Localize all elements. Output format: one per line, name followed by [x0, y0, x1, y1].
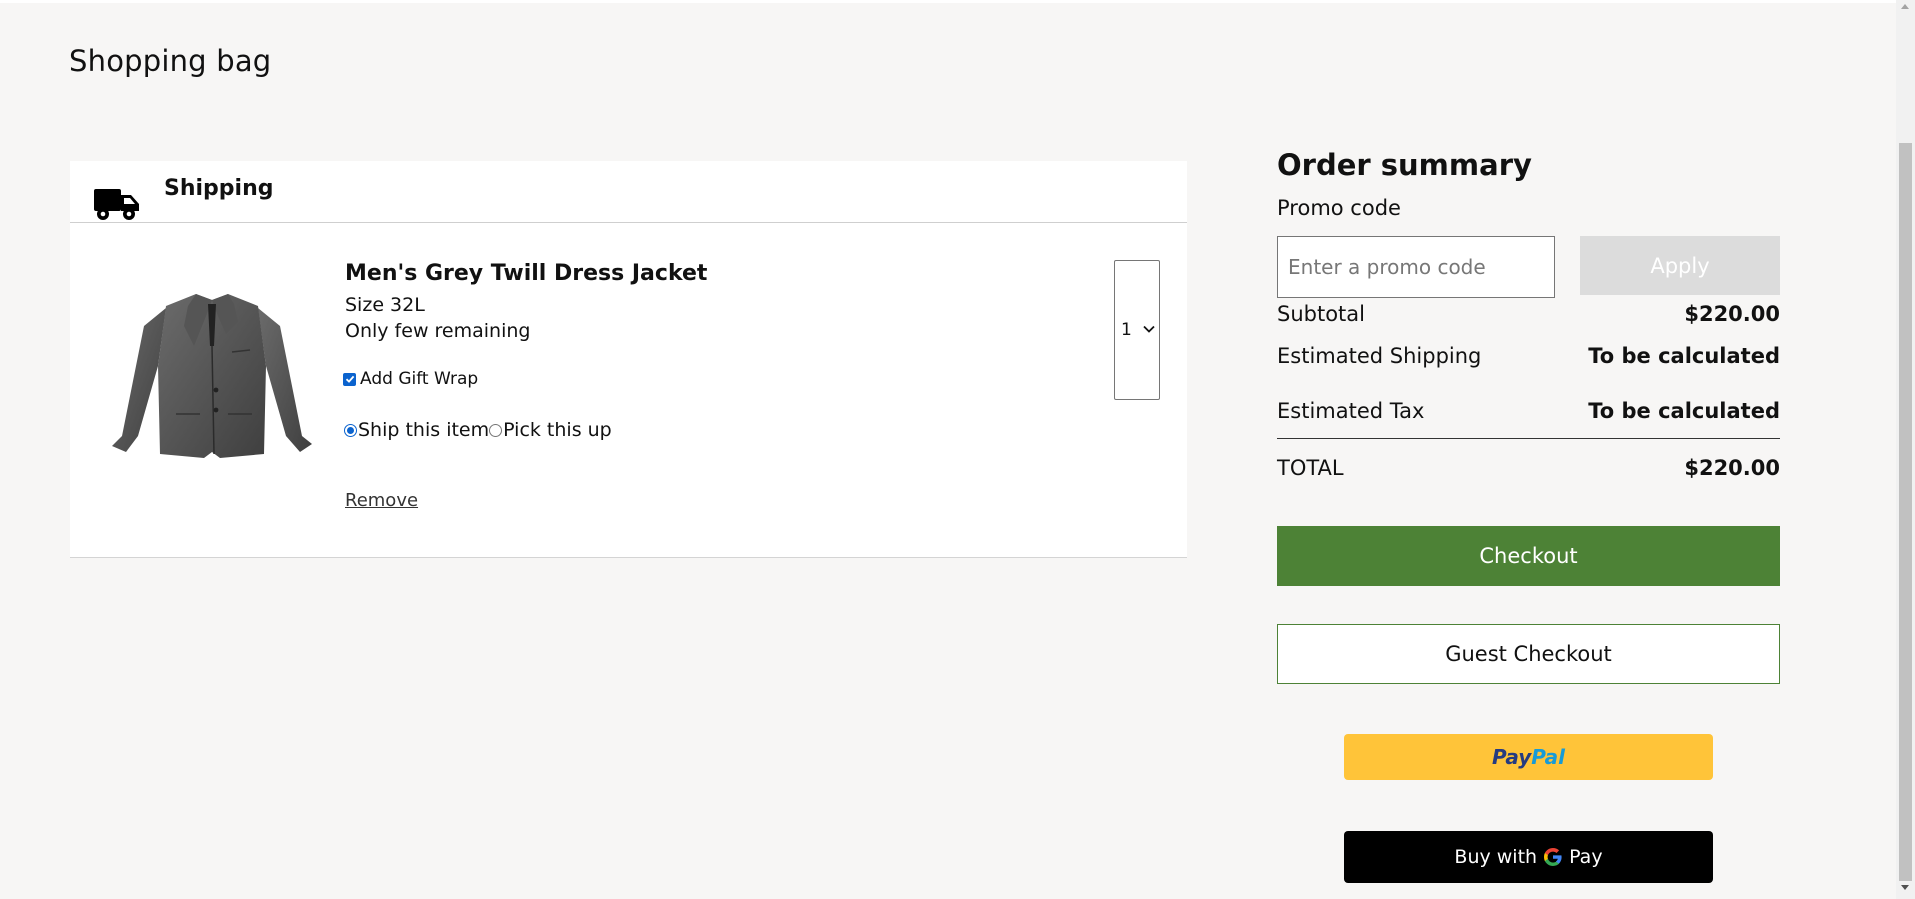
total-row: TOTAL $220.00	[1277, 456, 1780, 480]
truck-icon	[94, 189, 139, 220]
paypal-logo-pay: Pay	[1491, 745, 1532, 769]
paypal-button[interactable]: PayPal	[1344, 734, 1713, 780]
shipping-estimate-value: To be calculated	[1588, 344, 1780, 368]
total-value: $220.00	[1684, 456, 1780, 480]
total-label: TOTAL	[1277, 456, 1344, 480]
tax-label: Estimated Tax	[1277, 399, 1425, 423]
pickup-radio[interactable]	[489, 423, 503, 437]
google-pay-button[interactable]: Buy with Pay	[1344, 831, 1713, 883]
stock-note: Only few remaining	[345, 320, 531, 342]
page: Shopping bag Shipping Men's Grey Twill D…	[0, 0, 1915, 899]
top-edge	[0, 0, 1915, 3]
quantity-select[interactable]: 1	[1114, 260, 1160, 400]
subtotal-row: Subtotal $220.00	[1277, 302, 1780, 326]
subtotal-label: Subtotal	[1277, 302, 1365, 326]
checkout-button[interactable]: Checkout	[1277, 526, 1780, 586]
cart-panel: Shipping Men's Grey Twill Dress Jacket S…	[70, 161, 1187, 558]
shipping-estimate-label: Estimated Shipping	[1277, 344, 1482, 368]
product-name[interactable]: Men's Grey Twill Dress Jacket	[345, 261, 707, 286]
checkmark-icon	[345, 375, 354, 383]
jacket-image[interactable]	[104, 286, 320, 471]
ship-item-label[interactable]: Ship this item	[358, 419, 489, 441]
scrollbar-thumb[interactable]	[1899, 143, 1912, 881]
page-title: Shopping bag	[69, 44, 272, 78]
gpay-suffix-label: Pay	[1569, 846, 1603, 868]
product-size: Size 32L	[345, 294, 425, 316]
chevron-down-icon	[1143, 325, 1155, 333]
shipping-label: Shipping	[164, 176, 274, 201]
remove-link[interactable]: Remove	[345, 490, 418, 511]
promo-code-input[interactable]	[1277, 236, 1555, 298]
scroll-down-icon[interactable]	[1901, 885, 1909, 890]
order-summary-title: Order summary	[1277, 148, 1532, 182]
google-g-icon	[1544, 848, 1562, 866]
tax-value: To be calculated	[1588, 399, 1780, 423]
paypal-logo-pal: Pal	[1531, 745, 1566, 769]
gift-wrap-checkbox[interactable]	[343, 372, 356, 386]
quantity-value: 1	[1121, 320, 1132, 340]
guest-checkout-button[interactable]: Guest Checkout	[1277, 624, 1780, 684]
apply-promo-button[interactable]: Apply	[1580, 236, 1780, 295]
vertical-scrollbar[interactable]	[1896, 0, 1915, 899]
shipping-header: Shipping	[70, 161, 1187, 223]
promo-code-label: Promo code	[1277, 196, 1401, 220]
pickup-label[interactable]: Pick this up	[503, 419, 612, 441]
summary-divider	[1277, 438, 1780, 439]
fulfillment-options: Ship this item Pick this up	[344, 419, 612, 441]
ship-item-radio[interactable]	[344, 423, 357, 437]
tax-row: Estimated Tax To be calculated	[1277, 399, 1780, 423]
gift-wrap-label: Add Gift Wrap	[360, 369, 479, 389]
shipping-row: Estimated Shipping To be calculated	[1277, 344, 1780, 368]
subtotal-value: $220.00	[1684, 302, 1780, 326]
scroll-up-icon[interactable]	[1901, 4, 1909, 9]
gift-wrap-option[interactable]: Add Gift Wrap	[343, 369, 478, 389]
gpay-prefix-label: Buy with	[1454, 846, 1538, 868]
